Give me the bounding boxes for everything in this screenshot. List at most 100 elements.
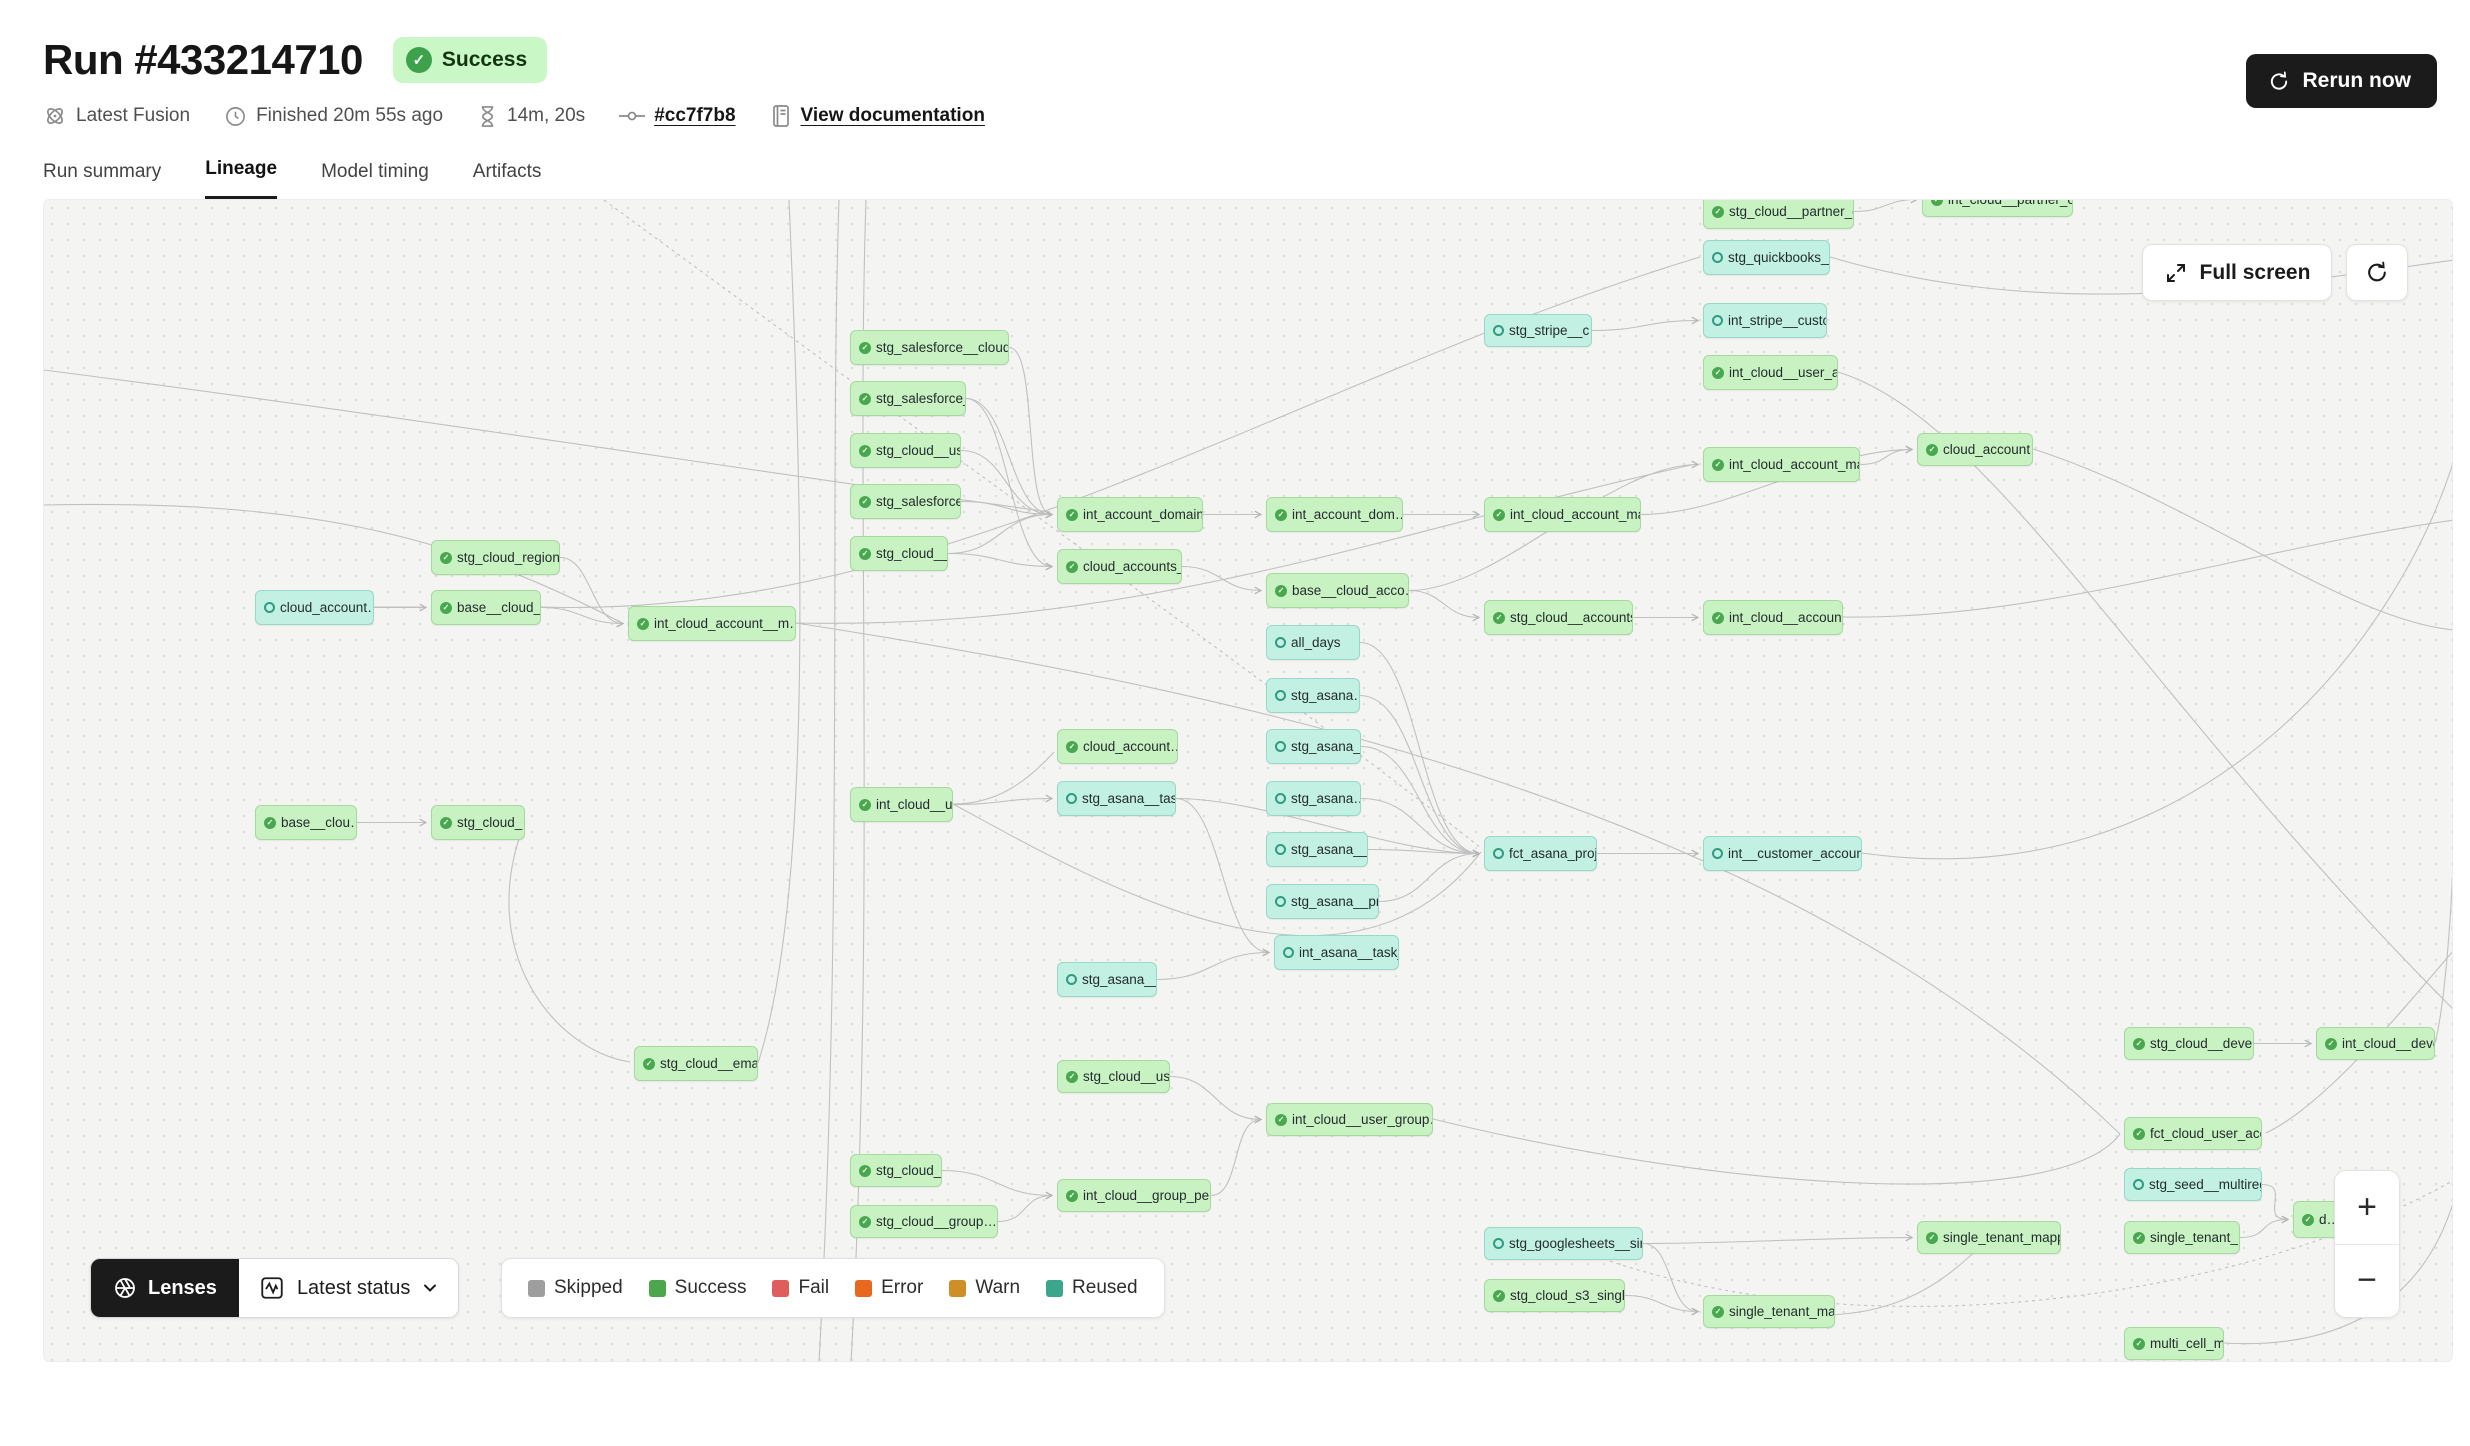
graph-node-n50[interactable]: ✓stg_cloud__devel… xyxy=(2124,1027,2254,1060)
node-success-icon: ✓ xyxy=(440,602,452,614)
graph-node-n31[interactable]: int__customer_account… xyxy=(1703,836,1862,871)
node-label: stg_cloud__email… xyxy=(660,1056,758,1071)
node-success-icon: ✓ xyxy=(1712,1306,1724,1318)
commit-link[interactable]: #cc7f7b8 xyxy=(654,105,735,127)
chevron-down-icon xyxy=(422,1280,438,1296)
run-header: Run #433214710 ✓ Success Latest Fusion F… xyxy=(0,0,2470,199)
run-tabs: Run summary Lineage Model timing Artifac… xyxy=(43,158,2437,199)
tab-lineage[interactable]: Lineage xyxy=(205,158,277,199)
commit-icon xyxy=(619,107,645,125)
graph-node-n29[interactable]: ✓stg_cloud_… xyxy=(431,805,525,840)
graph-node-n16[interactable]: stg_asana… xyxy=(1266,781,1361,816)
node-reused-icon xyxy=(1275,844,1286,855)
activity-icon xyxy=(259,1275,285,1301)
graph-node-n28[interactable]: ✓base__clou… xyxy=(255,805,357,840)
lineage-canvas[interactable]: ✓stg_salesforce__cloud_… ✓stg_salesforce_… xyxy=(43,199,2453,1362)
graph-node-n54[interactable]: ✓single_tenant_… xyxy=(2124,1221,2240,1254)
zoom-in-button[interactable]: + xyxy=(2335,1171,2399,1245)
run-meta-row: Latest Fusion Finished 20m 55s ago 14m, … xyxy=(43,104,2437,128)
graph-node-n9[interactable]: ✓cloud_accounts_… xyxy=(1057,549,1182,584)
lenses-button[interactable]: Lenses xyxy=(91,1259,239,1317)
graph-node-n53[interactable]: stg_seed__multireg… xyxy=(2124,1168,2262,1201)
tab-run-summary[interactable]: Run summary xyxy=(43,161,161,199)
graph-node-n48[interactable]: ✓single_tenant_mapp… xyxy=(1917,1221,2061,1254)
legend-label: Skipped xyxy=(554,1277,623,1299)
graph-node-n7[interactable]: ✓int_account_dom… xyxy=(1266,497,1403,532)
graph-node-n34[interactable]: stg_quickbooks__a… xyxy=(1703,240,1830,275)
node-success-icon: ✓ xyxy=(1493,1290,1505,1302)
graph-node-n15[interactable]: stg_asana_… xyxy=(1266,729,1361,764)
graph-node-n19[interactable]: int_asana__task_s… xyxy=(1274,935,1399,970)
graph-node-n38[interactable]: ✓int_cloud_account_ma… xyxy=(1703,447,1860,482)
graph-node-n39[interactable]: ✓cloud_account… xyxy=(1917,433,2033,466)
graph-node-n33[interactable]: ✓stg_cloud__partner_c… xyxy=(1703,199,1854,229)
graph-node-n6[interactable]: ✓int_account_domain… xyxy=(1057,497,1203,532)
graph-node-n21[interactable]: ✓cloud_account… xyxy=(1057,729,1178,764)
graph-node-n55[interactable]: ✓multi_cell_m… xyxy=(2124,1327,2224,1360)
zoom-out-button[interactable]: − xyxy=(2335,1245,2399,1318)
graph-node-n17[interactable]: stg_asana__… xyxy=(1266,832,1368,867)
graph-node-n11[interactable]: ✓stg_cloud__accounts… xyxy=(1484,600,1633,635)
node-success-icon: ✓ xyxy=(440,552,452,564)
graph-node-n37[interactable]: ✓int_cloud__partner_con… xyxy=(1922,199,2073,217)
legend-swatch xyxy=(855,1280,872,1297)
tab-artifacts[interactable]: Artifacts xyxy=(473,161,542,199)
full-screen-label: Full screen xyxy=(2200,261,2311,285)
graph-node-n25[interactable]: ✓base__cloud_… xyxy=(431,590,541,625)
graph-node-n13[interactable]: all_days xyxy=(1266,625,1360,660)
legend-swatch xyxy=(772,1280,789,1297)
node-label: stg_stripe__c… xyxy=(1509,323,1592,338)
graph-node-n12[interactable]: ✓int_cloud__accoun… xyxy=(1703,600,1843,635)
node-label: cloud_account… xyxy=(1083,739,1178,754)
graph-node-n23[interactable]: ✓int_cloud__us… xyxy=(850,787,953,822)
node-label: stg_seed__multireg… xyxy=(2149,1177,2262,1192)
graph-node-n49[interactable]: ✓single_tenant_map… xyxy=(1703,1295,1835,1328)
full-screen-button[interactable]: Full screen xyxy=(2142,244,2332,301)
graph-node-n51[interactable]: ✓int_cloud__devel… xyxy=(2316,1027,2435,1060)
node-label: stg_cloud__group… xyxy=(876,1214,997,1229)
node-label: stg_cloud__accounts… xyxy=(1510,610,1633,625)
graph-node-n10[interactable]: ✓base__cloud_acco… xyxy=(1266,573,1409,608)
graph-node-n43[interactable]: ✓stg_cloud_… xyxy=(850,1154,942,1187)
graph-node-n40[interactable]: ✓stg_cloud__email… xyxy=(634,1046,758,1081)
lenses-label: Lenses xyxy=(148,1277,217,1300)
tab-model-timing[interactable]: Model timing xyxy=(321,161,429,199)
graph-node-n27[interactable]: ✓int_cloud_account__m… xyxy=(628,606,796,641)
graph-node-n5[interactable]: ✓stg_cloud__… xyxy=(850,536,948,571)
graph-node-n45[interactable]: ✓int_cloud__group_per… xyxy=(1057,1179,1211,1212)
graph-node-n8[interactable]: ✓int_cloud_account_ma… xyxy=(1484,497,1641,532)
graph-node-n46[interactable]: stg_googlesheets__sin… xyxy=(1484,1227,1643,1260)
lens-selector[interactable]: Latest status xyxy=(239,1259,458,1317)
node-label: stg_cloud_… xyxy=(876,1163,942,1178)
graph-node-n4[interactable]: ✓stg_salesforce… xyxy=(850,484,961,519)
node-label: int_cloud__accoun… xyxy=(1729,610,1843,625)
graph-node-n52[interactable]: ✓fct_cloud_user_acc… xyxy=(2124,1117,2262,1150)
meta-commit[interactable]: #cc7f7b8 xyxy=(619,105,735,127)
graph-node-n42[interactable]: ✓int_cloud__user_group… xyxy=(1266,1103,1433,1136)
graph-node-n3[interactable]: ✓stg_cloud__us… xyxy=(850,433,961,468)
graph-node-n41[interactable]: ✓stg_cloud__us… xyxy=(1057,1060,1170,1093)
graph-node-n47[interactable]: ✓stg_cloud_s3_singl… xyxy=(1484,1279,1625,1312)
graph-node-n32[interactable]: stg_stripe__c… xyxy=(1484,314,1592,347)
legend-item-success: Success xyxy=(649,1277,747,1299)
refresh-graph-button[interactable] xyxy=(2346,244,2408,301)
page-title: Run #433214710 xyxy=(43,36,363,84)
graph-node-n18[interactable]: stg_asana__pr… xyxy=(1266,884,1379,919)
node-success-icon: ✓ xyxy=(859,1216,871,1228)
graph-node-n24[interactable]: ✓stg_cloud_region… xyxy=(431,540,560,575)
graph-node-n30[interactable]: fct_asana_proj… xyxy=(1484,836,1597,871)
graph-node-n22[interactable]: stg_asana__tas… xyxy=(1057,781,1176,816)
graph-node-n36[interactable]: ✓int_cloud__user_ac… xyxy=(1703,355,1838,390)
graph-node-n2[interactable]: ✓stg_salesforce_… xyxy=(850,381,966,416)
view-documentation-link[interactable]: View documentation xyxy=(801,105,985,127)
graph-node-n1[interactable]: ✓stg_salesforce__cloud_… xyxy=(850,330,1009,365)
meta-docs[interactable]: View documentation xyxy=(770,104,985,128)
graph-node-n35[interactable]: int_stripe__custo… xyxy=(1703,303,1827,338)
rerun-now-button[interactable]: Rerun now xyxy=(2246,54,2438,108)
graph-node-n14[interactable]: stg_asana… xyxy=(1266,678,1360,713)
node-success-icon: ✓ xyxy=(859,445,871,457)
graph-node-n44[interactable]: ✓ stg_cloud__group… xyxy=(850,1205,998,1238)
legend-label: Error xyxy=(881,1277,923,1299)
graph-node-n26[interactable]: cloud_account… xyxy=(255,590,374,625)
graph-node-n20[interactable]: stg_asana__… xyxy=(1057,962,1157,997)
